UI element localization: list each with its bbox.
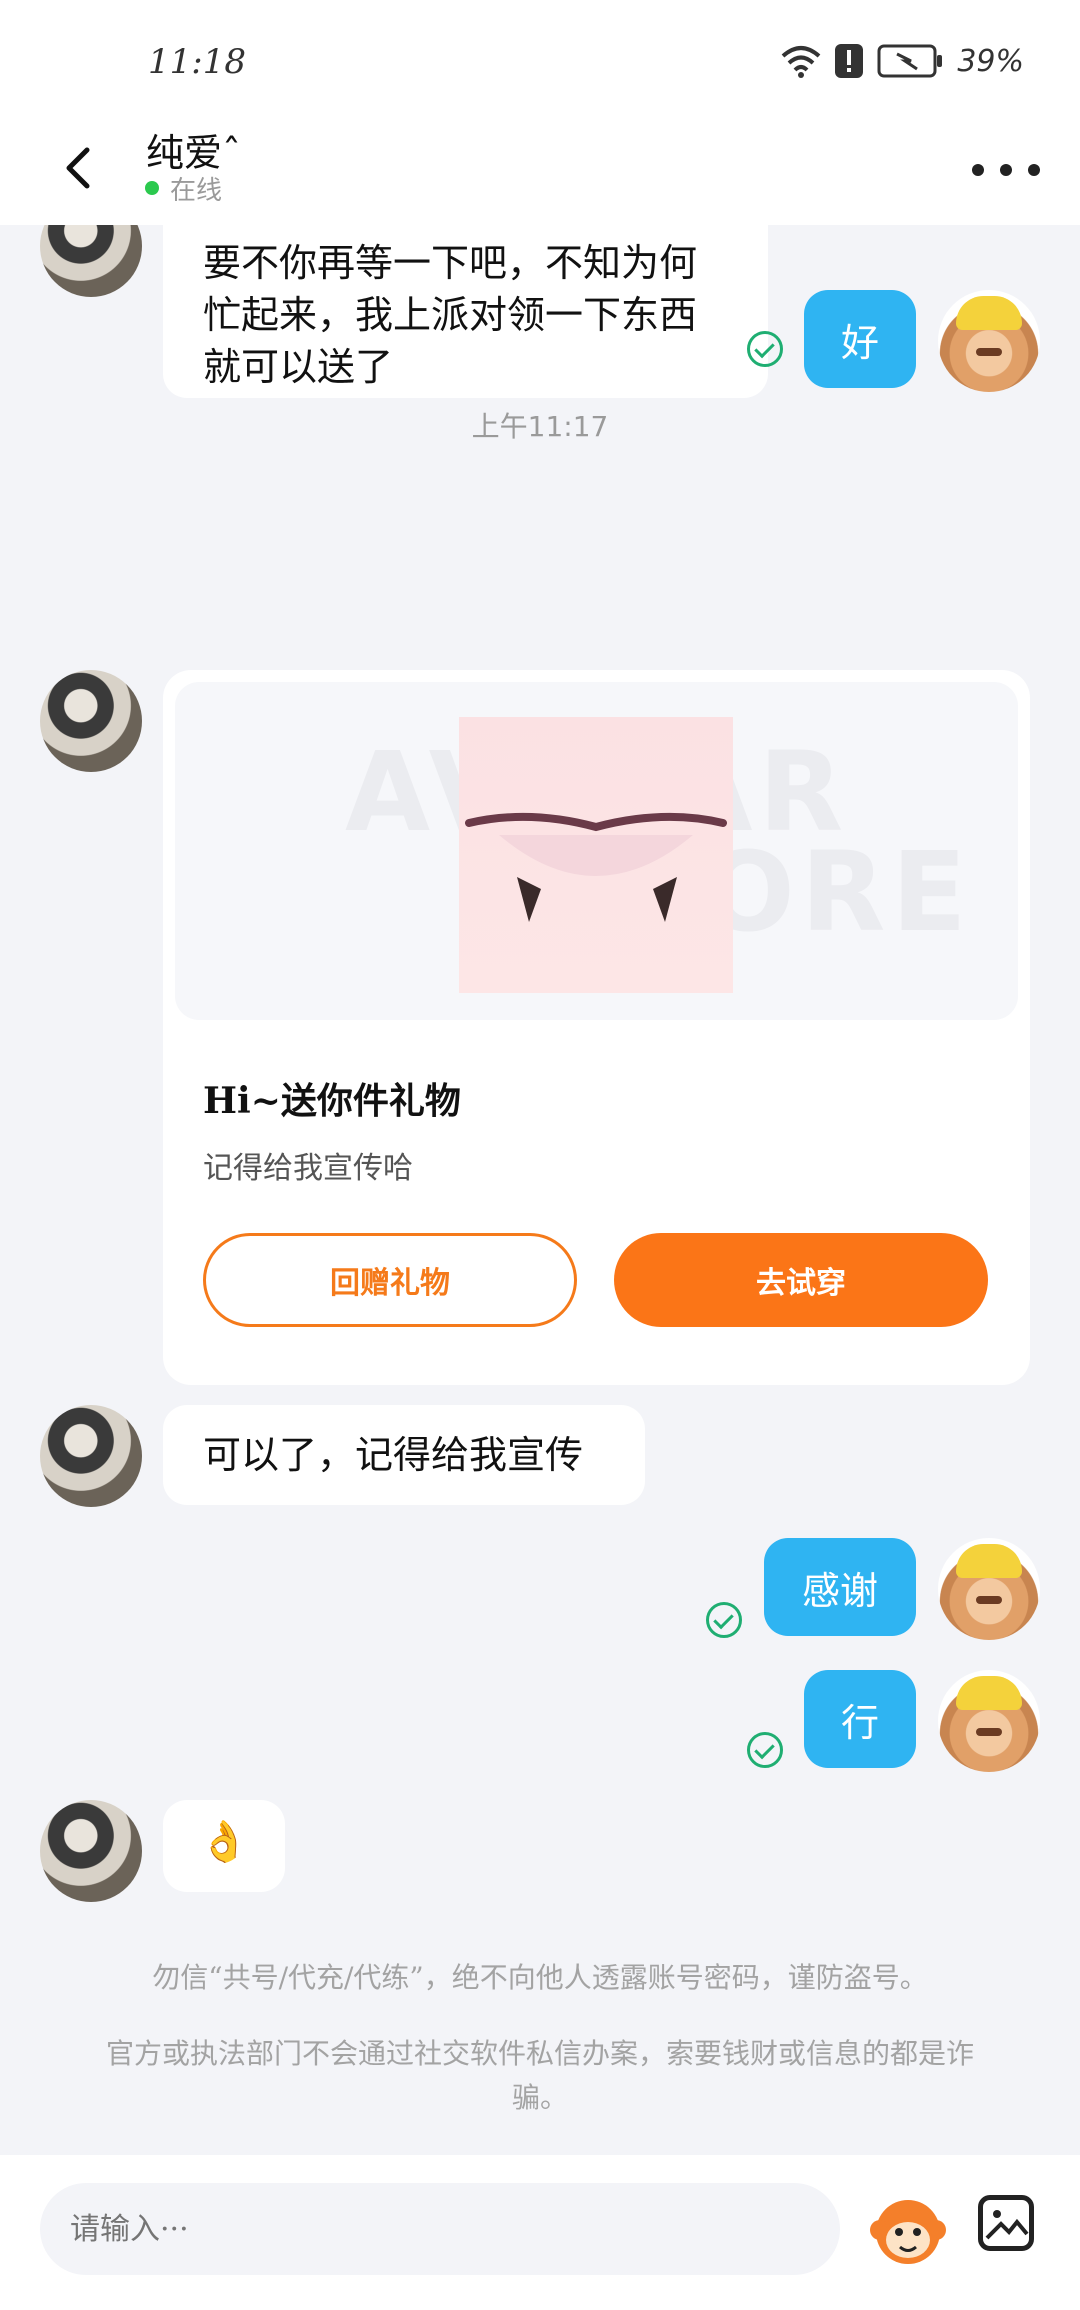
gift-item-image[interactable] bbox=[459, 717, 733, 993]
read-check-icon bbox=[747, 1732, 783, 1768]
back-button[interactable] bbox=[48, 138, 108, 198]
read-check-icon bbox=[706, 1602, 742, 1638]
monkey-emoji-icon bbox=[870, 2200, 946, 2264]
avatar[interactable] bbox=[40, 1800, 142, 1902]
avatar[interactable] bbox=[40, 670, 142, 772]
more-dot-icon bbox=[1028, 164, 1040, 176]
message-bubble-sent[interactable]: 感谢 bbox=[764, 1538, 916, 1636]
image-button[interactable] bbox=[978, 2195, 1034, 2251]
emoji-button[interactable] bbox=[870, 2192, 946, 2268]
more-dot-icon bbox=[972, 164, 984, 176]
status-icons: 39% bbox=[781, 38, 1024, 84]
message-bubble-sent[interactable]: 行 bbox=[804, 1670, 916, 1768]
fangs-lips-icon bbox=[465, 812, 727, 922]
message-line: 要不你再等一下吧，不知为何 bbox=[203, 241, 698, 285]
image-icon bbox=[985, 2210, 1029, 2240]
battery-icon bbox=[877, 44, 943, 78]
online-status: 在线 bbox=[170, 176, 223, 206]
avatar[interactable] bbox=[938, 1538, 1040, 1640]
message-bubble-received[interactable]: 👌 bbox=[163, 1800, 285, 1892]
chevron-left-icon bbox=[66, 147, 90, 189]
fraud-notice: 官方或执法部门不会通过社交软件私信办案，索要钱财或信息的都是诈骗。 bbox=[105, 2037, 974, 2114]
more-dot-icon bbox=[1000, 164, 1012, 176]
message-input[interactable] bbox=[40, 2183, 840, 2275]
avatar[interactable] bbox=[938, 290, 1040, 392]
message-line: 就可以送了 bbox=[203, 345, 394, 389]
status-time: 11:18 bbox=[148, 42, 246, 82]
return-gift-button[interactable]: 回赠礼物 bbox=[203, 1233, 577, 1327]
try-on-button[interactable]: 去试穿 bbox=[614, 1233, 988, 1327]
security-notice: 勿信“共号/代充/代练”，绝不向他人透露账号密码，谨防盗号。 bbox=[152, 1961, 928, 1994]
avatar[interactable] bbox=[40, 1405, 142, 1507]
gift-subtitle: 记得给我宣传哈 bbox=[203, 1151, 413, 1186]
battery-percent: 39% bbox=[957, 43, 1024, 79]
online-indicator bbox=[145, 181, 159, 195]
message-line: 忙起来，我上派对领一下东西 bbox=[203, 293, 698, 337]
input-bar bbox=[0, 2155, 1080, 2310]
gift-title: Hi~送你件礼物 bbox=[203, 1080, 461, 1122]
avatar[interactable] bbox=[40, 225, 142, 297]
alert-icon bbox=[835, 44, 864, 78]
more-options-button[interactable] bbox=[972, 148, 1040, 192]
read-check-icon bbox=[747, 331, 783, 367]
ok-hand-icon: 👌 bbox=[199, 1819, 249, 1865]
chat-header: 纯爱ˆ 在线 bbox=[0, 120, 1080, 225]
contact-name: 纯爱ˆ bbox=[146, 131, 242, 175]
message-bubble-received[interactable]: 可以了，记得给我宣传 bbox=[163, 1405, 645, 1505]
time-separator: 上午11:17 bbox=[471, 410, 609, 443]
message-bubble-sent[interactable]: 好 bbox=[804, 290, 916, 388]
status-bar: 11:18 39% bbox=[0, 0, 1080, 120]
avatar[interactable] bbox=[938, 1670, 1040, 1772]
wifi-icon bbox=[781, 46, 821, 78]
message-bubble-received[interactable]: 要不你再等一下吧，不知为何 忙起来，我上派对领一下东西 就可以送了 bbox=[163, 225, 768, 398]
